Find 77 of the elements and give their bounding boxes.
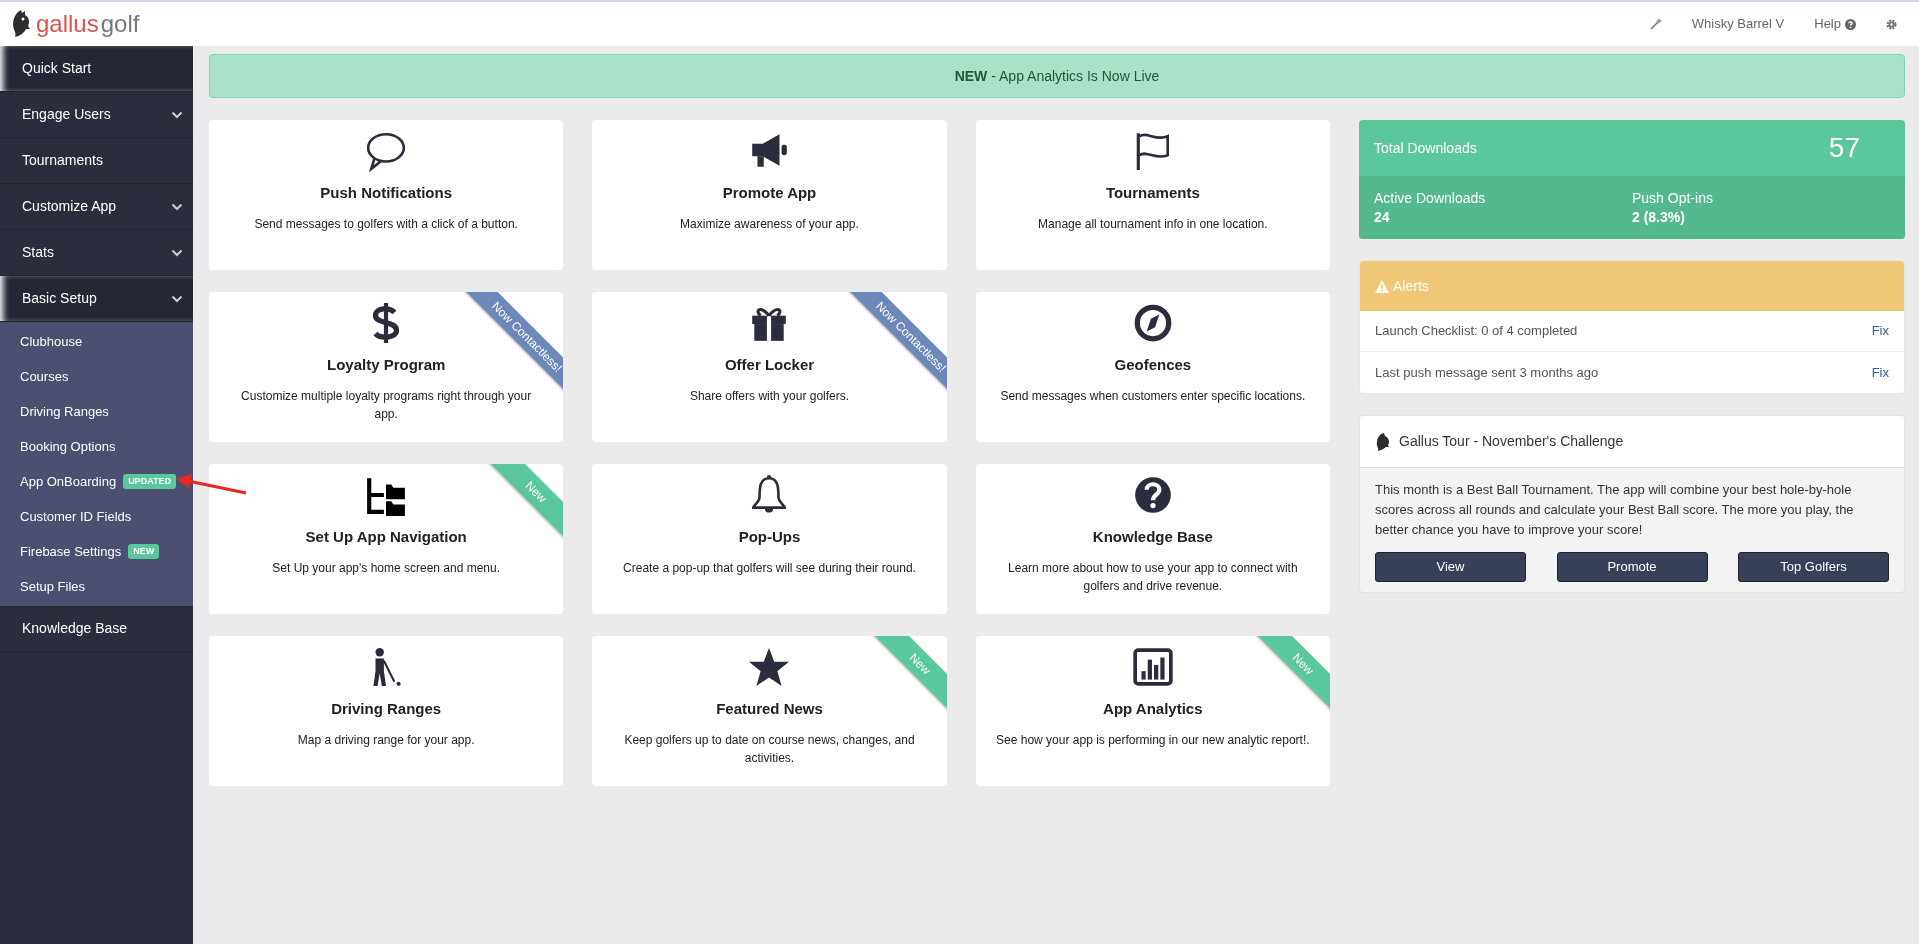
logo-text: gallus <box>36 12 99 36</box>
help-icon <box>1845 18 1856 30</box>
account-link[interactable]: Whisky Barrel V <box>1691 14 1785 34</box>
feature-card[interactable]: Tournaments Manage all tournament info in one location. <box>975 120 1330 270</box>
feature-card[interactable]: Promote App Maximize awareness of your app. <box>592 120 947 270</box>
alerts-title: Alerts <box>1393 276 1429 296</box>
speech-bubble-icon <box>365 130 408 172</box>
tour-button[interactable]: Promote <box>1556 552 1708 582</box>
feature-card[interactable]: Knowledge Base Learn more about how to use your app to connect with golfers and drive revenue. <box>975 464 1330 614</box>
card-description: Manage all tournament info in one location. <box>1038 215 1268 233</box>
submenu-item[interactable]: Customer ID Fields <box>20 506 132 527</box>
submenu-item[interactable]: Setup Files <box>20 576 86 597</box>
logo-text: golf <box>100 12 140 36</box>
help-link[interactable]: Help <box>1814 14 1856 34</box>
fix-link[interactable]: Fix <box>1871 362 1889 383</box>
card-description: Map a driving range for your app. <box>297 731 475 749</box>
card-description: Create a pop-up that golfers will see during their round. <box>623 559 916 577</box>
tour-description: This month is a Best Ball Tournament. The app will combine your best hole-by-hole scores across all rounds and calculate your Best Ball score. The more you play, the better chance you have to improve your score! <box>1375 481 1855 539</box>
sidebar-item[interactable]: Basic Setup <box>0 276 193 322</box>
rooster-icon <box>1375 432 1391 451</box>
card-title: Featured News <box>716 699 823 719</box>
card-title: Offer Locker <box>724 355 815 375</box>
card-description: Share offers with your golfers. <box>689 387 850 405</box>
tour-button[interactable]: View <box>1375 552 1526 582</box>
fix-link[interactable]: Fix <box>1871 321 1889 341</box>
announcement-text: NEW - App Analytics Is Now Live <box>954 66 1160 86</box>
card-title: App Analytics <box>1103 699 1203 719</box>
submenu-item[interactable]: Driving Ranges <box>20 401 109 422</box>
metric-label: Active Downloads <box>1374 189 1487 208</box>
chevron-down-icon <box>171 248 183 257</box>
feature-card[interactable]: Geofences Send messages when customers enter specific locations. <box>975 292 1330 442</box>
total-downloads-label: Total Downloads <box>1374 138 1477 158</box>
card-description: Keep golfers up to date on course news, changes, and activities. <box>623 731 916 767</box>
card-title: Promote App <box>722 183 817 203</box>
metric-value: 2 (8.3%) <box>1632 208 1686 227</box>
alert-text: Last push message sent 3 months ago <box>1375 363 1599 382</box>
chevron-down-icon <box>171 202 183 211</box>
tour-button[interactable]: Top Golfers <box>1738 552 1889 582</box>
card-title: Knowledge Base <box>1092 527 1213 547</box>
submenu-item[interactable]: Booking Options <box>20 436 116 457</box>
submenu-item[interactable]: Clubhouse <box>20 331 83 352</box>
feature-card[interactable]: Driving Ranges Map a driving range for your app. <box>209 636 564 786</box>
card-description: See how your app is performing in our new analytic report!. <box>996 731 1310 749</box>
card-description: Customize multiple loyalty programs right through your app. <box>240 387 533 423</box>
card-title: Pop-Ups <box>738 527 801 547</box>
card-title: Loyalty Program <box>326 355 446 375</box>
settings-icon[interactable] <box>1886 18 1897 30</box>
rooster-logo-icon <box>10 10 32 38</box>
submenu-item[interactable]: Courses <box>20 366 69 387</box>
magic-wand-icon[interactable] <box>1649 18 1662 30</box>
total-downloads-value: 57 <box>1828 131 1860 165</box>
metric-label: Push Opt-ins <box>1632 189 1714 208</box>
card-description: Set Up your app's home screen and menu. <box>272 559 501 577</box>
card-title: Tournaments <box>1105 183 1200 203</box>
card-title: Geofences <box>1114 355 1192 375</box>
feature-card[interactable]: Pop-Ups Create a pop-up that golfers will see during their round. <box>592 464 947 614</box>
card-description: Send messages to golfers with a click of a button. <box>254 215 518 233</box>
sidebar-item[interactable]: Quick Start <box>0 46 193 92</box>
bar-chart-icon <box>1131 646 1174 688</box>
card-description: Learn more about how to use your app to connect with golfers and drive revenue. <box>1007 559 1299 595</box>
star-icon <box>748 646 791 688</box>
submenu-item[interactable]: App OnBoarding <box>20 471 117 492</box>
feature-card[interactable]: Push Notifications Send messages to golfers with a click of a button. <box>209 120 564 270</box>
submenu-item[interactable]: Firebase Settings <box>20 541 122 562</box>
warning-icon <box>1375 279 1389 293</box>
card-title: Push Notifications <box>320 183 452 203</box>
card-description: Maximize awareness of your app. <box>680 215 859 233</box>
tour-title: Gallus Tour - November's Challenge <box>1399 432 1624 451</box>
status-badge: NEW <box>128 543 160 560</box>
status-badge: UPDATED <box>123 473 176 490</box>
card-description: Send messages when customers enter specific locations. <box>1000 387 1306 405</box>
chevron-down-icon <box>171 294 183 303</box>
metric-value: 24 <box>1374 208 1391 227</box>
card-title: Set Up App Navigation <box>305 527 467 547</box>
card-title: Driving Ranges <box>331 699 442 719</box>
chevron-down-icon <box>171 110 183 119</box>
alert-text: Launch Checklist: 0 of 4 completed <box>1375 322 1578 341</box>
